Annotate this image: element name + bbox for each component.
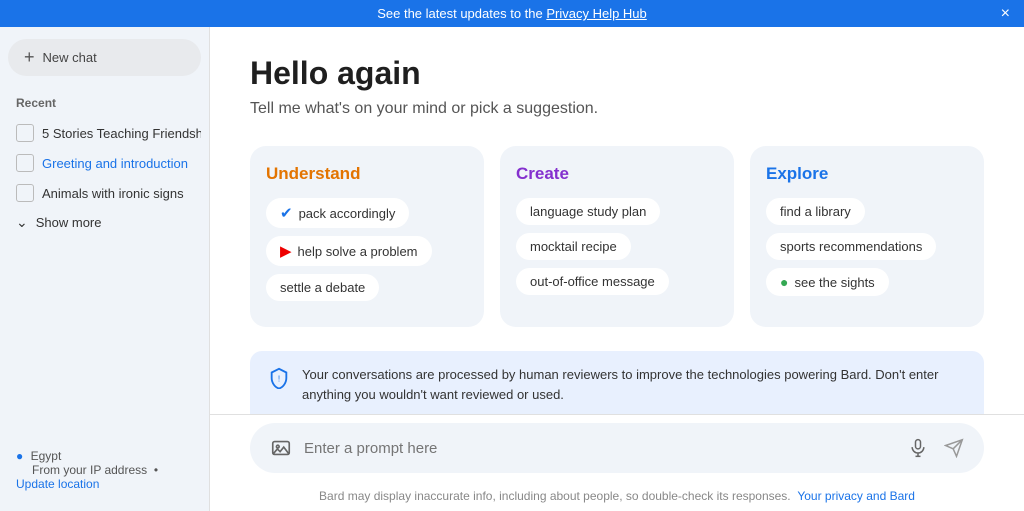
send-button[interactable]	[940, 434, 968, 462]
understand-card: Understand ✔ pack accordingly ▶ help sol…	[250, 146, 484, 327]
create-card: Create language study plan mocktail reci…	[500, 146, 734, 327]
chip-see-sights[interactable]: ● see the sights	[766, 268, 889, 296]
chip-help-solve[interactable]: ▶ help solve a problem	[266, 236, 432, 266]
info-banner: ! Your conversations are processed by hu…	[250, 351, 984, 414]
check-circle-icon: ✔	[280, 204, 293, 222]
chip-label: help solve a problem	[298, 244, 418, 259]
new-chat-button[interactable]: + New chat	[8, 39, 201, 76]
input-area	[210, 414, 1024, 485]
footer-note-text: Bard may display inaccurate info, includ…	[319, 489, 791, 503]
footer-note: Bard may display inaccurate info, includ…	[210, 485, 1024, 511]
chip-mocktail[interactable]: mocktail recipe	[516, 233, 631, 260]
greeting-title: Hello again	[250, 55, 984, 92]
sidebar-item-0[interactable]: 5 Stories Teaching Friendship Va...	[8, 118, 201, 148]
plus-icon: +	[24, 47, 35, 68]
main-content: Hello again Tell me what's on your mind …	[210, 27, 1024, 511]
image-upload-button[interactable]	[266, 433, 296, 463]
chip-label: find a library	[780, 204, 851, 219]
top-banner: See the latest updates to the Privacy He…	[0, 0, 1024, 27]
greeting-subtitle: Tell me what's on your mind or pick a su…	[250, 100, 984, 118]
chevron-down-icon: ⌄	[16, 214, 28, 231]
chip-label: language study plan	[530, 204, 646, 219]
show-more-label: Show more	[36, 215, 102, 230]
create-card-title: Create	[516, 164, 718, 184]
chat-icon-1	[16, 154, 34, 172]
explore-card: Explore find a library sports recommenda…	[750, 146, 984, 327]
info-banner-content: Your conversations are processed by huma…	[302, 365, 966, 414]
understand-card-title: Understand	[266, 164, 468, 184]
suggestion-cards: Understand ✔ pack accordingly ▶ help sol…	[250, 146, 984, 327]
sidebar-item-label-0: 5 Stories Teaching Friendship Va...	[42, 126, 201, 141]
banner-text: See the latest updates to the	[377, 6, 546, 21]
chip-label: sports recommendations	[780, 239, 922, 254]
sidebar-item-2[interactable]: Animals with ironic signs	[8, 178, 201, 208]
new-chat-label: New chat	[43, 50, 97, 65]
recent-label: Recent	[8, 92, 201, 114]
footer-privacy-link[interactable]: Your privacy and Bard	[797, 489, 915, 503]
location-country: Egypt	[31, 449, 62, 463]
chip-out-of-office[interactable]: out-of-office message	[516, 268, 669, 295]
banner-close-button[interactable]: ×	[1001, 6, 1010, 22]
chip-sports[interactable]: sports recommendations	[766, 233, 936, 260]
explore-card-title: Explore	[766, 164, 968, 184]
microphone-button[interactable]	[904, 434, 932, 462]
shield-icon: !	[268, 367, 290, 394]
sidebar-item-label-2: Animals with ironic signs	[42, 186, 184, 201]
explore-chips: find a library sports recommendations ● …	[766, 198, 968, 304]
chip-label: pack accordingly	[299, 206, 396, 221]
chat-area: Hello again Tell me what's on your mind …	[210, 27, 1024, 414]
youtube-icon: ▶	[280, 242, 292, 260]
chip-find-library[interactable]: find a library	[766, 198, 865, 225]
sidebar: + New chat Recent 5 Stories Teaching Fri…	[0, 27, 210, 511]
location-info: ● Egypt From your IP address • Update lo…	[8, 441, 201, 499]
chip-settle-debate[interactable]: settle a debate	[266, 274, 379, 301]
chip-label: settle a debate	[280, 280, 365, 295]
banner-link[interactable]: Privacy Help Hub	[546, 6, 646, 21]
chip-pack-accordingly[interactable]: ✔ pack accordingly	[266, 198, 409, 228]
chat-icon-0	[16, 124, 34, 142]
show-more-button[interactable]: ⌄ Show more	[8, 208, 201, 237]
location-note: From your IP address	[32, 463, 147, 477]
sidebar-item-label-1: Greeting and introduction	[42, 156, 188, 171]
chip-label: mocktail recipe	[530, 239, 617, 254]
update-location-link[interactable]: Update location	[16, 477, 99, 491]
prompt-input[interactable]	[304, 440, 896, 457]
chip-language-study[interactable]: language study plan	[516, 198, 660, 225]
understand-chips: ✔ pack accordingly ▶ help solve a proble…	[266, 198, 468, 309]
chip-label: see the sights	[794, 275, 874, 290]
svg-text:!: !	[278, 375, 280, 384]
location-dot: ●	[16, 449, 23, 463]
chip-label: out-of-office message	[530, 274, 655, 289]
sidebar-item-1[interactable]: Greeting and introduction	[8, 148, 201, 178]
chat-icon-2	[16, 184, 34, 202]
green-circle-icon: ●	[780, 274, 788, 290]
create-chips: language study plan mocktail recipe out-…	[516, 198, 718, 303]
info-banner-text: Your conversations are processed by huma…	[302, 365, 966, 404]
prompt-input-wrap	[250, 423, 984, 473]
